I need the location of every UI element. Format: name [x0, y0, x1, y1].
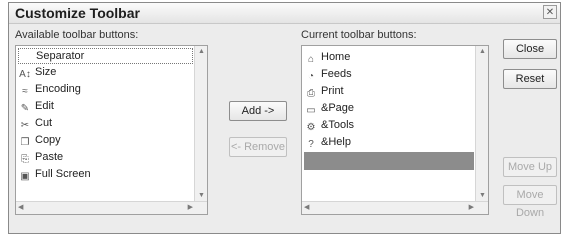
- list-item-label: Full Screen: [35, 168, 91, 180]
- customize-toolbar-dialog: Customize Toolbar ✕ Available toolbar bu…: [8, 2, 561, 234]
- dialog-title: Customize Toolbar: [15, 5, 140, 21]
- paste-icon: ⎘: [21, 154, 29, 165]
- list-item[interactable]: ✎ Edit: [18, 99, 54, 114]
- list-item-label: Size: [35, 66, 57, 78]
- print-icon: ⎙: [307, 88, 315, 99]
- reset-button[interactable]: Reset: [503, 69, 557, 89]
- list-item[interactable]: ❐ Copy: [18, 133, 61, 148]
- list-item[interactable]: ◔ Feeds: [304, 67, 352, 82]
- list-item[interactable]: ⎙ Print: [304, 84, 344, 99]
- close-icon[interactable]: ✕: [543, 5, 557, 19]
- list-item[interactable]: ▣ Full Screen: [18, 167, 91, 182]
- horizontal-scrollbar[interactable]: ◀ ▶: [16, 201, 207, 214]
- list-item-label: &Tools: [321, 119, 355, 131]
- list-item-label: Cut: [35, 117, 53, 129]
- move-down-button[interactable]: Move Down: [503, 185, 557, 219]
- list-item[interactable]: ≈ Encoding: [18, 82, 81, 97]
- scroll-right-arrow-icon[interactable]: ▶: [188, 204, 193, 212]
- list-item-label: Copy: [35, 134, 61, 146]
- cut-icon: ✂: [20, 120, 30, 131]
- feeds-icon: ◔: [307, 71, 315, 82]
- list-item[interactable]: ⌂ Home: [304, 50, 350, 65]
- horizontal-scrollbar[interactable]: ◀ ▶: [302, 201, 488, 214]
- copy-icon: ❐: [20, 137, 30, 148]
- list-item[interactable]: Separator: [18, 48, 193, 64]
- encoding-icon: ≈: [22, 86, 28, 97]
- selected-empty-row[interactable]: [304, 152, 474, 170]
- list-item-label: &Help: [321, 136, 351, 148]
- list-item-label: Feeds: [321, 68, 352, 80]
- list-item[interactable]: ▭ &Page: [304, 101, 354, 116]
- scroll-down-arrow-icon[interactable]: ▼: [198, 192, 205, 200]
- list-item-label: &Page: [321, 102, 355, 114]
- scroll-right-arrow-icon[interactable]: ▶: [469, 204, 474, 212]
- current-buttons-list[interactable]: ⌂ Home ◔ Feeds ⎙ Print ▭ &Page ⚙ &Tools ? &Hel…: [301, 45, 489, 215]
- scroll-up-arrow-icon[interactable]: ▲: [479, 48, 486, 56]
- current-buttons-label: Current toolbar buttons:: [301, 29, 417, 41]
- list-item-label: Separator: [36, 50, 85, 62]
- scroll-left-arrow-icon[interactable]: ◀: [18, 204, 23, 212]
- move-up-button[interactable]: Move Up: [503, 157, 557, 177]
- available-buttons-list[interactable]: Separator A↕ Size ≈ Encoding ✎ Edit ✂ Cut ❐ C…: [15, 45, 208, 215]
- list-item-label: Print: [321, 85, 344, 97]
- page-icon: ▭: [306, 105, 316, 116]
- vertical-scrollbar[interactable]: ▲ ▼: [475, 46, 488, 202]
- close-button[interactable]: Close: [503, 39, 557, 59]
- scroll-up-arrow-icon[interactable]: ▲: [198, 48, 205, 56]
- list-item[interactable]: ✂ Cut: [18, 116, 52, 131]
- available-buttons-label: Available toolbar buttons:: [15, 29, 139, 41]
- help-icon: ?: [308, 139, 314, 150]
- scroll-left-arrow-icon[interactable]: ◀: [304, 204, 309, 212]
- scroll-down-arrow-icon[interactable]: ▼: [479, 192, 486, 200]
- separator-icon: [19, 49, 33, 61]
- list-item-label: Edit: [35, 100, 54, 112]
- size-icon: A↕: [19, 69, 31, 80]
- add-button[interactable]: Add ->: [229, 101, 287, 121]
- list-item[interactable]: ? &Help: [304, 135, 351, 150]
- home-icon: ⌂: [307, 54, 315, 65]
- list-item[interactable]: A↕ Size: [18, 65, 56, 80]
- list-item[interactable]: ⎘ Paste: [18, 150, 63, 165]
- list-item[interactable]: ⚙ &Tools: [304, 118, 355, 133]
- list-item-label: Paste: [35, 151, 64, 163]
- tools-icon: ⚙: [306, 122, 316, 133]
- list-item-label: Home: [321, 51, 351, 63]
- edit-icon: ✎: [20, 103, 30, 114]
- full-screen-icon: ▣: [20, 171, 30, 182]
- vertical-scrollbar[interactable]: ▲ ▼: [194, 46, 207, 202]
- remove-button[interactable]: <- Remove: [229, 137, 287, 157]
- list-item-label: Encoding: [35, 83, 81, 95]
- title-bar: Customize Toolbar ✕: [9, 3, 560, 24]
